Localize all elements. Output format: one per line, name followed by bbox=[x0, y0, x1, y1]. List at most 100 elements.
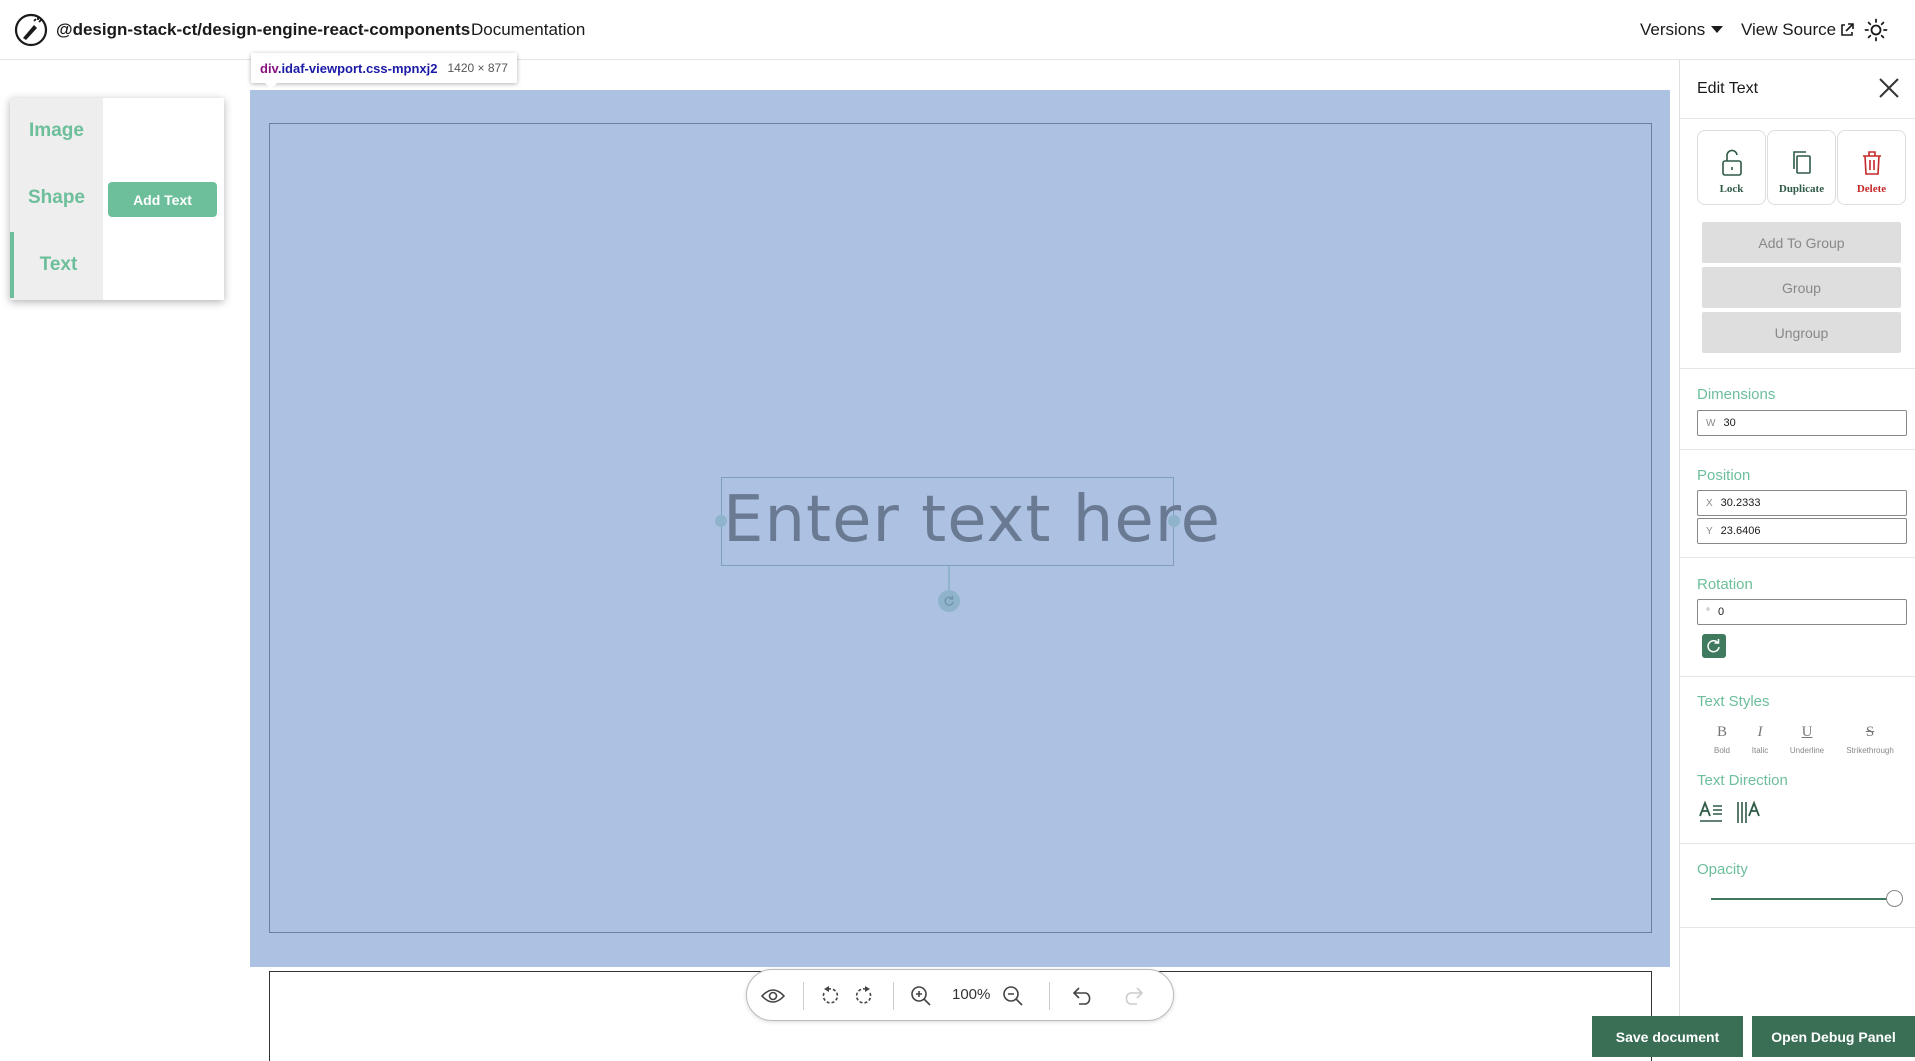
canvas-viewport[interactable]: Enter text here bbox=[250, 90, 1670, 967]
rotate-right-icon bbox=[855, 986, 872, 1004]
divider bbox=[1680, 118, 1915, 119]
zoom-in-icon bbox=[911, 986, 931, 1006]
x-value: 30.2333 bbox=[1720, 497, 1761, 509]
text-direction-label: Text Direction bbox=[1697, 772, 1788, 789]
package-title[interactable]: @design-stack-ct/design-engine-react-com… bbox=[56, 20, 470, 40]
tooltip-dimensions: 1420 × 877 bbox=[447, 61, 508, 75]
italic-label: Italic bbox=[1751, 746, 1769, 755]
edit-text-panel: Edit Text Lock Duplicate Delete Add To G… bbox=[1679, 60, 1915, 1057]
divider bbox=[1680, 557, 1915, 558]
undo-icon bbox=[1072, 987, 1091, 1005]
lock-label: Lock bbox=[1719, 183, 1744, 195]
divider bbox=[1680, 927, 1915, 928]
tab-shape[interactable]: Shape bbox=[10, 165, 103, 231]
versions-dropdown[interactable]: Versions bbox=[1640, 20, 1724, 40]
divider bbox=[1680, 368, 1915, 369]
external-link-icon bbox=[1841, 23, 1854, 36]
canvas-text-element[interactable]: Enter text here bbox=[723, 483, 1220, 557]
add-text-button[interactable]: Add Text bbox=[108, 182, 217, 217]
vertical-text-icon[interactable] bbox=[1735, 798, 1763, 826]
rotate-left-button[interactable] bbox=[815, 982, 843, 1010]
panel-title: Edit Text bbox=[1697, 80, 1759, 97]
italic-button[interactable]: I Italic bbox=[1735, 724, 1785, 755]
preview-button[interactable] bbox=[759, 982, 787, 1010]
rotation-value: 0 bbox=[1718, 606, 1725, 618]
group-button[interactable]: Group bbox=[1702, 267, 1901, 308]
strikethrough-label: Strikethrough bbox=[1846, 746, 1894, 755]
rotation-prefix: ° bbox=[1706, 606, 1710, 618]
toolbar-divider bbox=[1049, 982, 1050, 1010]
sun-icon[interactable] bbox=[1864, 18, 1888, 42]
divider bbox=[1680, 449, 1915, 450]
logo-icon[interactable] bbox=[14, 13, 48, 47]
versions-label: Versions bbox=[1640, 20, 1706, 39]
opacity-slider-thumb[interactable] bbox=[1886, 890, 1903, 907]
position-label: Position bbox=[1697, 467, 1751, 484]
zoom-out-button[interactable] bbox=[999, 982, 1027, 1010]
tab-text[interactable]: Text bbox=[10, 232, 103, 298]
open-debug-panel-button[interactable]: Open Debug Panel bbox=[1752, 1016, 1915, 1057]
resize-handle-left[interactable] bbox=[715, 515, 727, 527]
underline-button[interactable]: U Underline bbox=[1782, 724, 1832, 755]
y-value: 23.6406 bbox=[1720, 525, 1761, 537]
strikethrough-icon: S bbox=[1865, 724, 1875, 740]
italic-icon: I bbox=[1757, 724, 1763, 740]
save-document-button[interactable]: Save document bbox=[1592, 1016, 1743, 1057]
zoom-level: 100% bbox=[952, 986, 991, 1003]
duplicate-button[interactable]: Duplicate bbox=[1767, 130, 1836, 205]
trash-icon bbox=[1863, 151, 1881, 175]
divider bbox=[1680, 843, 1915, 844]
tooltip-tag: div bbox=[260, 60, 278, 76]
duplicate-label: Duplicate bbox=[1778, 183, 1825, 195]
x-position-field[interactable]: X 30.2333 bbox=[1697, 490, 1907, 516]
divider bbox=[1680, 676, 1915, 677]
width-value: 30 bbox=[1723, 417, 1736, 429]
lock-button[interactable]: Lock bbox=[1697, 130, 1766, 205]
underline-label: Underline bbox=[1789, 746, 1825, 755]
tooltip-selector: .idaf-viewport.css-mpnxj2 bbox=[277, 60, 438, 76]
close-icon[interactable] bbox=[1877, 76, 1901, 100]
tool-popup: Image Shape Text Add Text bbox=[10, 98, 224, 300]
opacity-label: Opacity bbox=[1697, 861, 1748, 878]
devtools-tooltip: div.idaf-viewport.css-mpnxj2 1420 × 877 bbox=[251, 53, 517, 89]
resize-handle-right[interactable] bbox=[1168, 515, 1180, 527]
canvas-toolbar: 100% bbox=[746, 969, 1174, 1021]
rotation-label: Rotation bbox=[1697, 576, 1753, 593]
horizontal-text-icon[interactable] bbox=[1697, 798, 1725, 826]
width-field[interactable]: W 30 bbox=[1697, 410, 1907, 436]
width-prefix: W bbox=[1706, 417, 1716, 429]
copy-icon bbox=[1793, 151, 1811, 174]
ungroup-button[interactable]: Ungroup bbox=[1702, 312, 1901, 353]
view-source-link[interactable]: View Source bbox=[1741, 20, 1854, 40]
dimensions-label: Dimensions bbox=[1697, 386, 1776, 403]
rotate-icon bbox=[944, 596, 954, 606]
rotation-connector bbox=[948, 566, 950, 590]
add-to-group-button[interactable]: Add To Group bbox=[1702, 222, 1901, 263]
caret-down-icon bbox=[1711, 26, 1724, 33]
tool-tabs: Image Shape Text bbox=[10, 98, 103, 300]
top-navbar: @design-stack-ct/design-engine-react-com… bbox=[0, 0, 1915, 60]
rotation-handle[interactable] bbox=[938, 590, 960, 612]
rotate-right-button[interactable] bbox=[851, 982, 879, 1010]
zoom-in-button[interactable] bbox=[907, 982, 935, 1010]
underline-icon: U bbox=[1801, 724, 1813, 740]
eye-icon bbox=[761, 989, 785, 1003]
rotate-left-icon bbox=[822, 986, 839, 1004]
strikethrough-button[interactable]: S Strikethrough bbox=[1845, 724, 1895, 755]
delete-button[interactable]: Delete bbox=[1837, 130, 1906, 205]
undo-button[interactable] bbox=[1069, 982, 1097, 1010]
redo-icon bbox=[1125, 987, 1144, 1005]
unlock-icon bbox=[1722, 149, 1742, 176]
tab-image[interactable]: Image bbox=[10, 98, 103, 164]
rotation-field[interactable]: ° 0 bbox=[1697, 599, 1907, 625]
redo-button[interactable] bbox=[1119, 982, 1147, 1010]
reset-rotation-button[interactable] bbox=[1702, 634, 1726, 658]
toolbar-divider bbox=[803, 982, 804, 1010]
text-styles-label: Text Styles bbox=[1697, 693, 1770, 710]
y-prefix: Y bbox=[1706, 525, 1713, 537]
zoom-out-icon bbox=[1003, 986, 1023, 1006]
opacity-slider-track[interactable] bbox=[1711, 898, 1894, 900]
y-position-field[interactable]: Y 23.6406 bbox=[1697, 518, 1907, 544]
rotate-reset-icon bbox=[1707, 639, 1720, 653]
documentation-link[interactable]: Documentation bbox=[471, 20, 585, 40]
